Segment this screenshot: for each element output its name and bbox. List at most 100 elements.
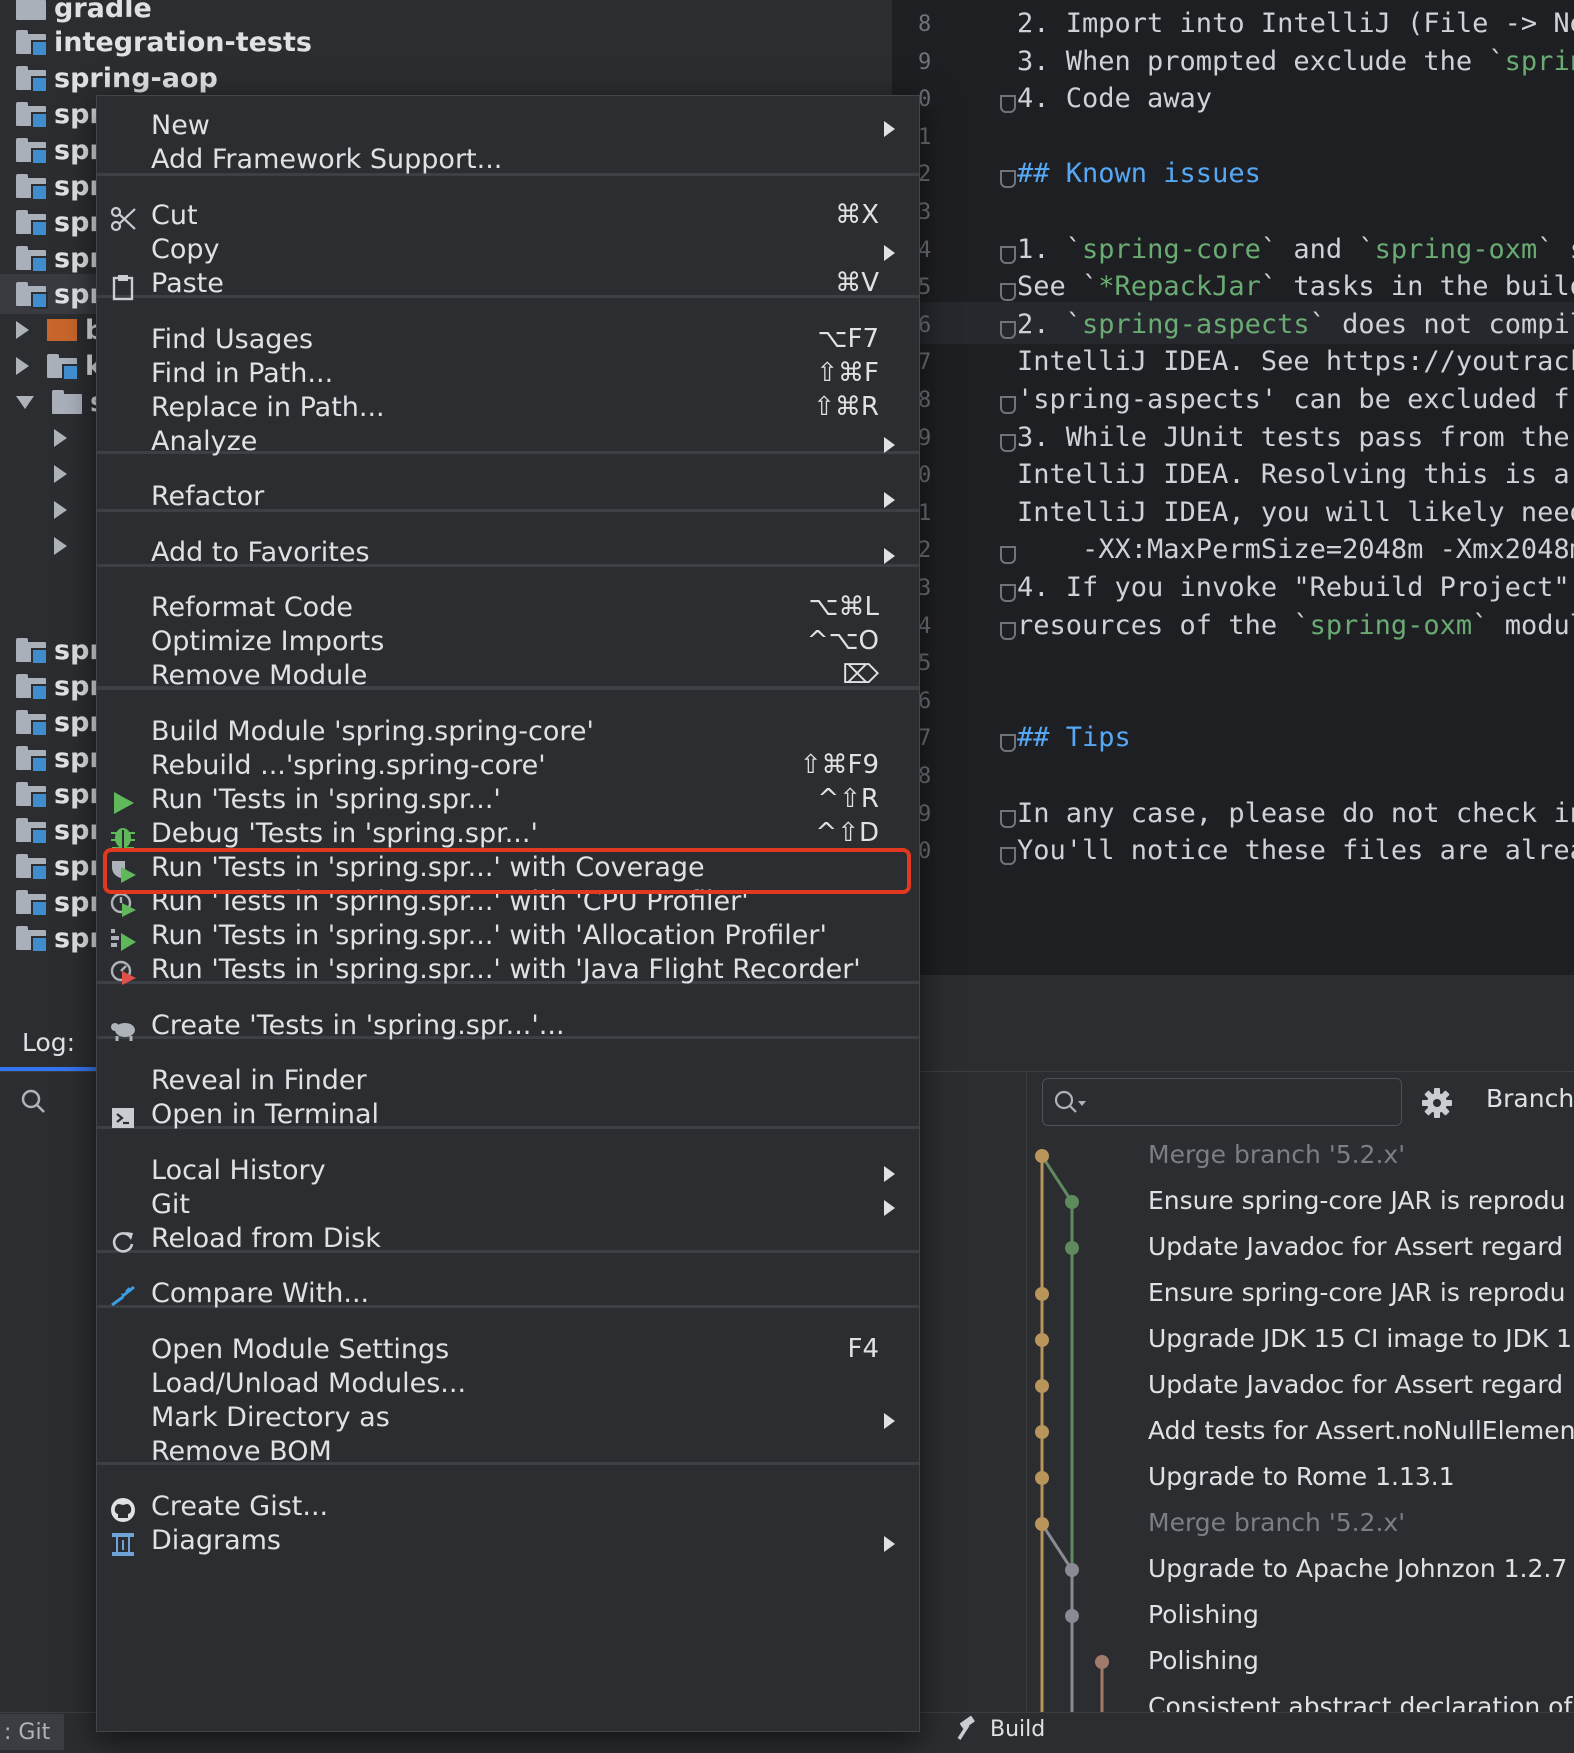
log-search-input[interactable] [1042, 1078, 1402, 1126]
tree-item[interactable]: integration-tests [16, 22, 312, 62]
commit-row[interactable]: Polishing [1148, 1600, 1259, 1629]
tree-item[interactable]: spr [16, 666, 103, 706]
git-tool-button[interactable]: : Git [0, 1714, 64, 1750]
fold-marker-icon[interactable] [1000, 734, 1016, 753]
tree-item[interactable]: spr [16, 774, 103, 814]
code-line[interactable]: ## Known issues [1017, 158, 1261, 189]
fold-marker-icon[interactable] [1000, 621, 1016, 640]
fold-marker-icon[interactable] [1000, 245, 1016, 264]
expand-arrow-icon[interactable] [54, 501, 67, 519]
tree-item[interactable]: s [16, 382, 106, 422]
fold-marker-icon[interactable] [1000, 320, 1016, 339]
fold-marker-icon[interactable] [1000, 584, 1016, 602]
commit-row[interactable]: Update Javadoc for Assert regard [1148, 1232, 1563, 1261]
commit-row[interactable]: Polishing [1148, 1646, 1259, 1675]
commit-row[interactable]: Add tests for Assert.noNullElemen [1148, 1416, 1574, 1445]
code-line[interactable]: 4. Code away [1017, 83, 1212, 114]
expand-arrow-icon[interactable] [54, 465, 67, 483]
code-line[interactable]: -XX:MaxPermSize=2048m -Xmx2048m [1017, 534, 1574, 565]
code-line[interactable]: IntelliJ IDEA. See https://youtrack [1017, 346, 1574, 377]
fold-marker-icon[interactable] [1000, 95, 1016, 114]
menu-item-reformat-code[interactable]: Reformat Code ⌥⌘L [97, 591, 919, 629]
menu-item-add-to-favorites[interactable]: Add to Favorites [97, 536, 919, 574]
search-icon[interactable] [20, 1088, 46, 1114]
search-history-icon[interactable] [1053, 1089, 1087, 1115]
fold-marker-icon[interactable] [1000, 396, 1016, 414]
tree-child[interactable] [54, 454, 85, 494]
fold-marker-icon[interactable] [1000, 283, 1016, 302]
menu-item-replace-in-path[interactable]: Replace in Path... ⇧⌘R [97, 391, 919, 429]
code-line[interactable]: IntelliJ IDEA. Resolving this is a [1017, 459, 1574, 490]
menu-item-add-framework-support[interactable]: Add Framework Support... [97, 143, 919, 181]
menu-item-remove-bom[interactable]: Remove BOM [97, 1435, 919, 1473]
tree-child[interactable] [54, 526, 85, 566]
menu-item-create-gist[interactable]: Create Gist... [97, 1490, 919, 1528]
menu-item-remove-module[interactable]: Remove Module ⌦ [97, 659, 919, 697]
tab-log[interactable]: Log: [22, 1028, 75, 1057]
gear-icon[interactable] [1420, 1086, 1454, 1120]
tree-item[interactable]: spr [16, 810, 103, 850]
menu-item-mark-directory-as[interactable]: Mark Directory as [97, 1401, 919, 1439]
tree-item[interactable]: spr [16, 630, 103, 670]
commit-row[interactable]: Upgrade to Apache Johnzon 1.2.7 [1148, 1554, 1567, 1583]
expand-arrow-icon[interactable] [16, 321, 29, 339]
menu-item-diagrams[interactable]: Diagrams [97, 1524, 919, 1562]
commit-row[interactable]: Ensure spring-core JAR is reprodu [1148, 1278, 1566, 1307]
menu-item-run-tests-in-spring-spr-with-java-flight-recorder[interactable]: Run 'Tests in 'spring.spr...' with 'Java… [97, 953, 919, 991]
commit-row[interactable]: Merge branch '5.2.x' [1148, 1140, 1405, 1169]
code-line[interactable]: 2. Import into IntelliJ (File -> Ne [1017, 8, 1574, 39]
tree-item[interactable]: spr [16, 702, 103, 742]
tree-item[interactable]: spr [16, 882, 103, 922]
tree-item[interactable]: b [16, 310, 104, 350]
menu-item-run-tests-in-spring-spr[interactable]: Run 'Tests in 'spring.spr...' ^⇧R [97, 783, 919, 821]
tree-item[interactable]: spr [16, 202, 103, 242]
commit-row[interactable]: Ensure spring-core JAR is reprodu [1148, 1186, 1566, 1215]
fold-marker-icon[interactable] [1000, 433, 1016, 452]
code-line[interactable]: 4. If you invoke "Rebuild Project" [1017, 572, 1574, 603]
fold-marker-icon[interactable] [1000, 847, 1016, 866]
menu-item-open-module-settings[interactable]: Open Module Settings F4 [97, 1333, 919, 1371]
commit-row[interactable]: Update Javadoc for Assert regard [1148, 1370, 1563, 1399]
menu-item-cut[interactable]: Cut ⌘X [97, 199, 919, 237]
commit-row[interactable]: Upgrade JDK 15 CI image to JDK 1 [1148, 1324, 1572, 1353]
menu-item-run-tests-in-spring-spr-with-allocation-profiler[interactable]: Run 'Tests in 'spring.spr...' with 'Allo… [97, 919, 919, 957]
commit-row[interactable]: Upgrade to Rome 1.13.1 [1148, 1462, 1455, 1491]
menu-item-copy[interactable]: Copy [97, 233, 919, 271]
collapse-arrow-icon[interactable] [16, 395, 34, 409]
menu-item-analyze[interactable]: Analyze [97, 425, 919, 463]
fold-marker-icon[interactable] [1000, 170, 1016, 189]
menu-item-load-unload-modules[interactable]: Load/Unload Modules... [97, 1367, 919, 1405]
branch-filter[interactable]: Branch [1486, 1084, 1574, 1113]
menu-item-local-history[interactable]: Local History [97, 1154, 919, 1192]
menu-item-new[interactable]: New [97, 109, 919, 147]
code-line[interactable]: IntelliJ IDEA, you will likely need [1017, 497, 1574, 528]
code-line[interactable]: 1. `spring-core` and `spring-oxm` s [1017, 234, 1574, 265]
editor[interactable]: 89012345678901234567890 2. Import into I… [892, 0, 1574, 975]
tree-item[interactable]: spr [16, 166, 103, 206]
code-line[interactable]: See `*RepackJar` tasks in the build [1017, 271, 1574, 302]
menu-item-build-module-spring-spring-core[interactable]: Build Module 'spring.spring-core' [97, 715, 919, 753]
code-line[interactable]: 3. When prompted exclude the `sprin [1017, 46, 1574, 77]
tree-item[interactable]: spr [16, 94, 103, 134]
menu-item-refactor[interactable]: Refactor [97, 480, 919, 518]
menu-item-reload-from-disk[interactable]: Reload from Disk [97, 1222, 919, 1260]
code-line[interactable]: You'll notice these files are alrea [1017, 835, 1574, 866]
menu-item-create-tests-in-spring-spr[interactable]: Create 'Tests in 'spring.spr...'... [97, 1009, 919, 1047]
expand-arrow-icon[interactable] [54, 429, 67, 447]
menu-item-reveal-in-finder[interactable]: Reveal in Finder [97, 1064, 919, 1102]
tree-item[interactable]: spring-aop [16, 58, 218, 98]
code-line[interactable]: In any case, please do not check in [1017, 798, 1574, 829]
tree-child[interactable] [54, 490, 85, 530]
code-line[interactable]: 2. `spring-aspects` does not compil [1017, 309, 1574, 340]
code-line[interactable]: resources of the `spring-oxm` modul [1017, 610, 1574, 641]
build-tool-button[interactable]: Build [956, 1716, 1045, 1742]
code-line[interactable]: 3. While JUnit tests pass from the [1017, 422, 1574, 453]
code-line[interactable]: 'spring-aspects' can be excluded fr [1017, 384, 1574, 415]
tree-item[interactable]: spr [16, 738, 103, 778]
fold-marker-icon[interactable] [1000, 809, 1016, 828]
tree-item[interactable]: spr [16, 130, 103, 170]
menu-item-rebuild-spring-spring-core[interactable]: Rebuild ...'spring.spring-core' ⇧⌘F9 [97, 749, 919, 787]
menu-item-open-in-terminal[interactable]: Open in Terminal [97, 1098, 919, 1136]
commit-row[interactable]: Merge branch '5.2.x' [1148, 1508, 1405, 1537]
tree-child[interactable] [54, 418, 85, 458]
